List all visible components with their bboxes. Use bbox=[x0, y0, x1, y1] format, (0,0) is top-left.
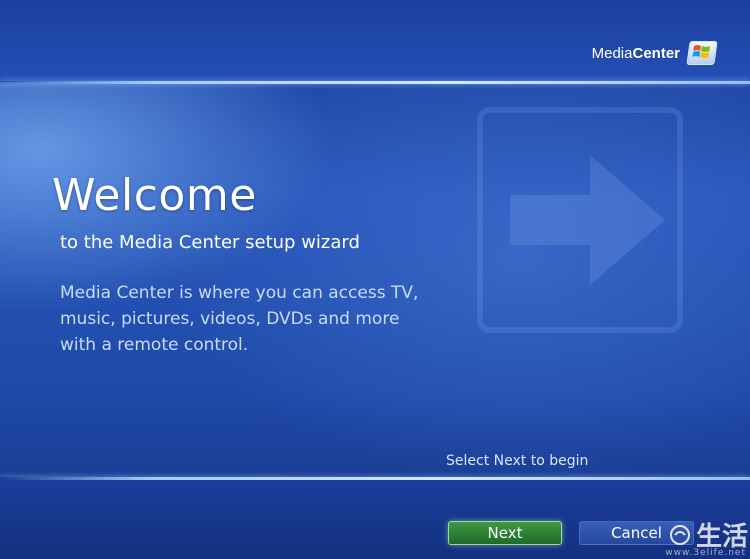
top-divider-line bbox=[0, 81, 750, 84]
arrow-right-icon bbox=[477, 107, 683, 333]
windows-flag-icon bbox=[686, 41, 718, 65]
top-bar bbox=[0, 0, 750, 82]
media-center-brand: Media Center bbox=[591, 41, 718, 65]
description-text: Media Center is where you can access TV,… bbox=[60, 283, 419, 355]
watermark-logo-icon bbox=[669, 524, 690, 545]
bottom-bar bbox=[0, 480, 750, 559]
brand-text-media: Media bbox=[591, 44, 633, 62]
brand-text-center: Center bbox=[632, 44, 680, 62]
instruction-text: Select Next to begin bbox=[446, 453, 589, 469]
page-subtitle: to the Media Center setup wizard bbox=[60, 232, 360, 253]
watermark-url: www.3elife.net bbox=[665, 548, 746, 558]
next-button[interactable]: Next bbox=[448, 521, 562, 545]
page-title: Welcome bbox=[52, 170, 257, 221]
